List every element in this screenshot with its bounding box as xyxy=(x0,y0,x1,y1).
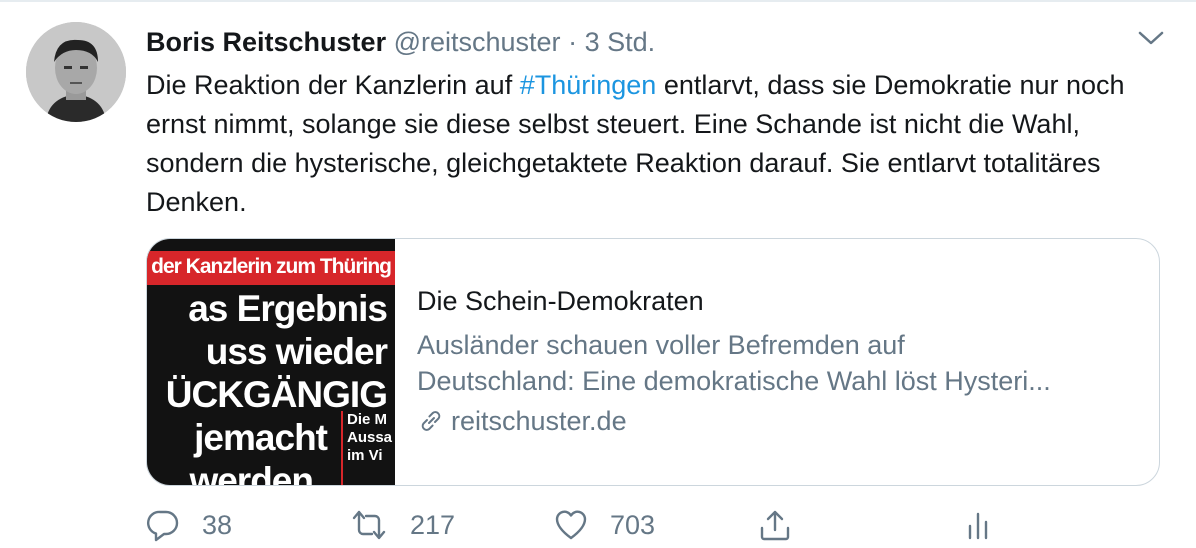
tweet-timestamp[interactable]: 3 Std. xyxy=(585,27,656,57)
thumbnail-side-line: Die M xyxy=(347,411,388,428)
share-button[interactable] xyxy=(758,508,814,542)
analytics-button[interactable] xyxy=(962,508,1018,542)
avatar-photo xyxy=(26,22,126,122)
hashtag-link[interactable]: #Thüringen xyxy=(520,70,657,100)
author-name[interactable]: Boris Reitschuster xyxy=(146,27,386,57)
thumbnail-banner: rte der Kanzlerin zum Thüring xyxy=(147,251,395,285)
card-description-line: Deutschland: Eine demokratische Wahl lös… xyxy=(417,366,1051,396)
card-body: Die Schein-Demokraten Ausländer schauen … xyxy=(417,283,1137,439)
thumbnail-headline-line: uss wieder xyxy=(205,331,388,372)
thumbnail-side-line: im Vi xyxy=(347,447,383,464)
reply-button[interactable]: 38 xyxy=(146,508,232,542)
like-count: 703 xyxy=(610,509,656,540)
tweet-text-start: Die Reaktion der Kanzlerin auf xyxy=(146,70,520,100)
author-handle[interactable]: @reitschuster xyxy=(394,27,561,57)
reply-count: 38 xyxy=(202,509,233,540)
analytics-icon xyxy=(968,512,988,540)
tweet-actions: 38 217 703 xyxy=(146,508,1186,548)
card-description: Ausländer schauen voller Befremden auf D… xyxy=(417,327,1137,399)
retweet-count: 217 xyxy=(410,509,456,540)
link-icon xyxy=(421,411,441,431)
like-icon xyxy=(555,510,587,540)
top-divider xyxy=(0,0,1196,2)
chevron-down-icon[interactable] xyxy=(1134,24,1168,52)
card-thumbnail: rte der Kanzlerin zum Thüring as Ergebni… xyxy=(147,239,395,485)
thumbnail-banner-text: rte der Kanzlerin zum Thüring xyxy=(147,255,392,278)
card-domain-row: reitschuster.de xyxy=(417,403,1137,439)
retweet-icon xyxy=(352,510,386,540)
thumbnail-headline-line: ÜCKGÄNGIG xyxy=(165,374,388,415)
thumbnail-side-line: Aussa xyxy=(347,429,393,446)
thumbnail-headline-line: as Ergebnis xyxy=(188,288,388,329)
card-description-line: Ausländer schauen voller Befremden auf xyxy=(417,330,905,360)
share-icon xyxy=(760,510,790,541)
card-domain: reitschuster.de xyxy=(451,406,627,436)
tweet-text: Die Reaktion der Kanzlerin auf #Thüringe… xyxy=(146,66,1166,222)
thumbnail-side-text: Die M Aussa im Vi xyxy=(341,411,395,485)
link-preview-card[interactable]: rte der Kanzlerin zum Thüring as Ergebni… xyxy=(146,238,1160,486)
like-button[interactable]: 703 xyxy=(554,508,655,542)
avatar[interactable] xyxy=(26,22,126,122)
reply-icon xyxy=(147,510,179,542)
card-title: Die Schein-Demokraten xyxy=(417,286,704,316)
tweet-header: Boris Reitschuster @reitschuster · 3 Std… xyxy=(146,24,655,60)
separator-dot: · xyxy=(568,27,578,57)
retweet-button[interactable]: 217 xyxy=(350,508,455,542)
